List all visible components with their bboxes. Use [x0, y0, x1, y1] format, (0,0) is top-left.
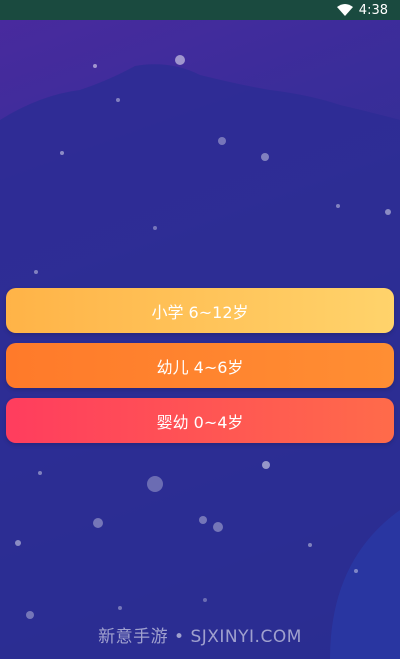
status-time: 4:38	[358, 2, 388, 18]
snowflake	[175, 55, 185, 65]
age-group-menu: 小学 6~12岁 幼儿 4~6岁 婴幼 0~4岁	[6, 288, 394, 453]
snowflake	[38, 471, 42, 475]
snowflake	[336, 204, 340, 208]
snowflake	[60, 151, 64, 155]
kindergarten-label: 幼儿 4~6岁	[156, 357, 244, 377]
status-bar: 4:38	[0, 0, 400, 20]
primary-school-button[interactable]: 小学 6~12岁	[6, 288, 394, 333]
kindergarten-button[interactable]: 幼儿 4~6岁	[6, 343, 394, 388]
snowflake	[262, 461, 270, 469]
snowflake	[354, 569, 358, 573]
snowflake	[385, 209, 391, 215]
snowflake	[153, 226, 157, 230]
snowflake	[218, 137, 226, 145]
wifi-icon	[336, 4, 353, 16]
snowflake	[118, 606, 122, 610]
snowflake	[26, 611, 34, 619]
snowflake	[93, 64, 97, 68]
toddler-button[interactable]: 婴幼 0~4岁	[6, 398, 394, 443]
toddler-label: 婴幼 0~4岁	[156, 412, 244, 432]
snowflake	[116, 98, 120, 102]
snowflake	[261, 153, 269, 161]
snowflake	[203, 598, 207, 602]
snowflake	[147, 476, 163, 492]
watermark: 新意手游 • SJXINYI.COM	[98, 627, 302, 647]
app-screen: 4:38 小学 6~12岁 幼儿 4~6岁 婴幼 0~4岁 新意手游 • SJX…	[0, 0, 400, 659]
snowflake	[15, 540, 21, 546]
primary-school-label: 小学 6~12岁	[151, 302, 249, 322]
snowflake	[308, 543, 312, 547]
snowflake	[34, 270, 38, 274]
snowflake	[213, 522, 223, 532]
snowflake	[93, 518, 103, 528]
snowflake	[199, 516, 207, 524]
